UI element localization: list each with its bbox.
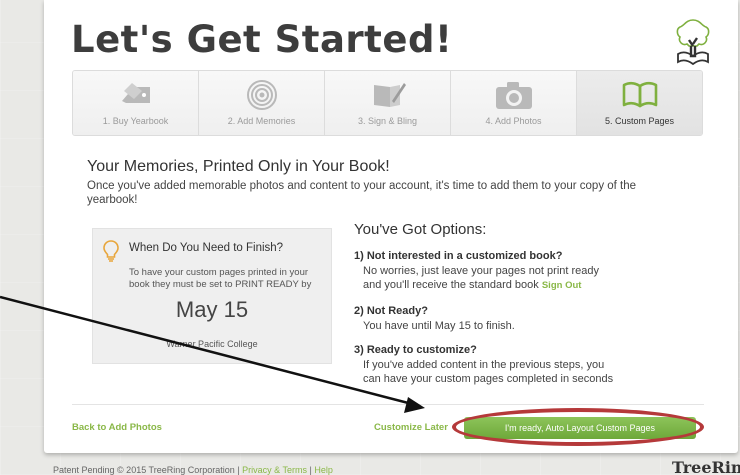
footer: Patent Pending © 2015 TreeRing Corporati…	[53, 465, 333, 475]
option-body: If you've added content in the previous …	[363, 358, 605, 371]
deadline-date: May 15	[175, 297, 249, 322]
option-not-interested: 1) Not interested in a customized book? …	[354, 249, 599, 294]
sign-out-link[interactable]: Sign Out	[542, 280, 582, 291]
yearbook-tag-icon	[121, 83, 150, 103]
deadline-box: When Do You Need to Finish? To have your…	[92, 228, 332, 364]
step-label: 5. Custom Pages	[604, 116, 675, 126]
step-label: 3. Sign & Bling	[357, 116, 418, 126]
step-sign-bling[interactable]: 3. Sign & Bling	[325, 71, 451, 135]
option-body: You have until May 15 to finish.	[363, 319, 515, 332]
options-title: You've Got Options:	[354, 221, 487, 238]
intro-heading: Your Memories, Printed Only in Your Book…	[87, 158, 390, 175]
option-body: No worries, just leave your pages not pr…	[363, 264, 600, 277]
open-book-icon	[622, 81, 657, 108]
option-body-text: and you'll receive the standard book	[363, 279, 539, 291]
footer-brand-logo: TreeRing	[672, 458, 740, 475]
step-label: 1. Buy Yearbook	[102, 116, 169, 126]
lightbulb-icon	[103, 240, 119, 262]
intro-text: Once you've added memorable photos and c…	[87, 180, 637, 206]
option-body: and you'll receive the standard book Sig…	[354, 278, 599, 294]
option-question: 1) Not interested in a customized book?	[354, 250, 563, 262]
option-question: 2) Not Ready?	[354, 305, 428, 317]
sign-pencil-icon	[373, 83, 406, 107]
option-question: 3) Ready to customize?	[354, 344, 477, 356]
divider	[72, 404, 704, 405]
auto-layout-button[interactable]: I'm ready, Auto Layout Custom Pages	[464, 417, 696, 439]
help-link[interactable]: Help	[314, 465, 333, 475]
privacy-terms-link[interactable]: Privacy & Terms	[242, 465, 307, 475]
step-add-photos[interactable]: 4. Add Photos	[451, 71, 577, 135]
main-card: Let's Get Started! 1. Buy Yearbook 2. Ad…	[44, 0, 738, 453]
footer-copyright: Patent Pending © 2015 TreeRing Corporati…	[53, 465, 240, 475]
school-name: Warner Pacific College	[166, 339, 258, 349]
deadline-text: To have your custom pages printed in you…	[129, 267, 312, 290]
customize-later-link[interactable]: Customize Later	[374, 422, 448, 433]
back-to-add-photos-link[interactable]: Back to Add Photos	[72, 422, 162, 433]
treering-tree-book-icon	[676, 19, 710, 66]
option-not-ready: 2) Not Ready? You have until May 15 to f…	[354, 304, 515, 333]
option-ready-to-customize: 3) Ready to customize? If you've added c…	[354, 343, 613, 387]
tree-rings-icon	[246, 80, 277, 110]
deadline-title: When Do You Need to Finish?	[129, 242, 284, 254]
step-buy-yearbook[interactable]: 1. Buy Yearbook	[73, 71, 199, 135]
step-custom-pages[interactable]: 5. Custom Pages	[577, 71, 702, 135]
footer-separator: |	[309, 465, 312, 475]
progress-steps: 1. Buy Yearbook 2. Add Memories 3. Sign …	[72, 70, 703, 136]
option-body: can have your custom pages completed in …	[363, 373, 614, 385]
step-add-memories[interactable]: 2. Add Memories	[199, 71, 325, 135]
step-label: 4. Add Photos	[485, 116, 542, 126]
step-label: 2. Add Memories	[227, 116, 296, 126]
camera-icon	[495, 82, 532, 109]
page-title: Let's Get Started!	[71, 18, 453, 61]
